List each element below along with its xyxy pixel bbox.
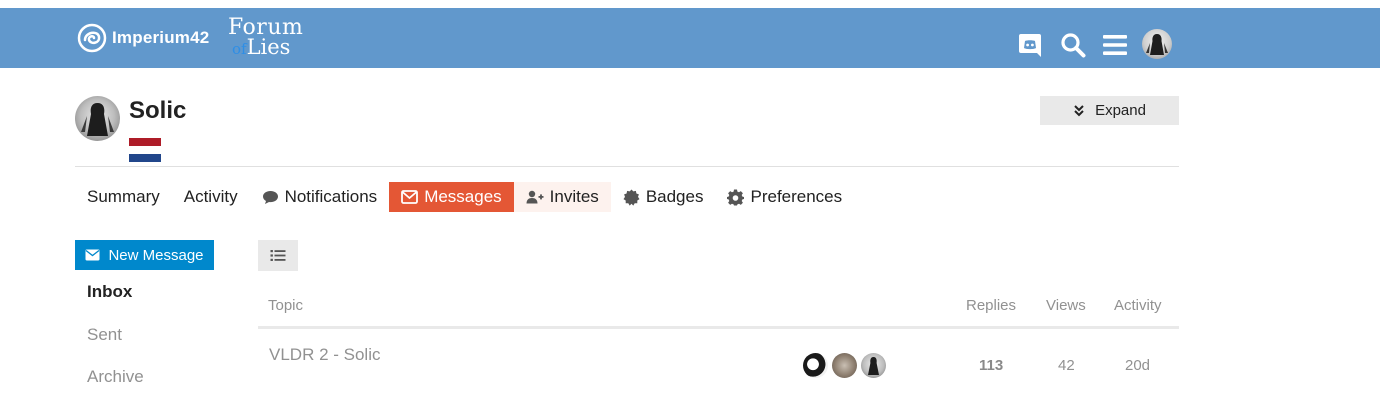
list-icon bbox=[270, 250, 286, 261]
profile-username: Solic bbox=[129, 97, 187, 124]
tab-messages[interactable]: Messages bbox=[389, 182, 514, 212]
tab-preferences-label: Preferences bbox=[750, 187, 843, 206]
tab-badges[interactable]: Badges bbox=[611, 182, 716, 212]
user-plus-icon bbox=[526, 190, 544, 204]
forum-of-lies-logo[interactable]: Forum ofLies bbox=[228, 17, 318, 65]
profile-nav: Summary Activity Notifications Messages … bbox=[75, 182, 854, 212]
tab-summary[interactable]: Summary bbox=[75, 182, 172, 212]
bulk-select-toggle-button[interactable] bbox=[258, 240, 298, 271]
topic-activity-age[interactable]: 20d bbox=[1125, 357, 1150, 374]
table-header-divider bbox=[258, 326, 1179, 329]
hooded-figure-icon bbox=[1146, 34, 1168, 55]
certificate-icon bbox=[623, 189, 640, 206]
tab-preferences[interactable]: Preferences bbox=[715, 182, 854, 212]
current-user-avatar[interactable] bbox=[1142, 29, 1172, 59]
tab-badges-label: Badges bbox=[645, 187, 704, 206]
sidebar-item-sent[interactable]: Sent bbox=[87, 325, 122, 345]
poster-avatar[interactable] bbox=[803, 353, 828, 378]
gear-icon bbox=[727, 189, 745, 206]
topic-replies-count[interactable]: 113 bbox=[979, 357, 1003, 374]
profile-avatar bbox=[75, 96, 120, 141]
column-header-views[interactable]: Views bbox=[1046, 297, 1086, 314]
profile-divider bbox=[75, 166, 1179, 167]
hooded-figure-icon bbox=[868, 357, 879, 375]
poster-avatar[interactable] bbox=[861, 353, 886, 378]
column-header-topic[interactable]: Topic bbox=[268, 297, 303, 314]
tab-activity-label: Activity bbox=[183, 187, 238, 206]
tab-activity[interactable]: Activity bbox=[172, 182, 250, 212]
new-message-button[interactable]: New Message bbox=[75, 240, 214, 270]
tab-messages-label: Messages bbox=[424, 187, 502, 206]
tab-notifications-label: Notifications bbox=[284, 187, 378, 206]
logo-text: Imperium42 bbox=[112, 28, 210, 47]
tab-invites[interactable]: Invites bbox=[513, 182, 611, 212]
top-strip bbox=[0, 0, 1380, 8]
site-header: Imperium42 Forum ofLies bbox=[0, 8, 1380, 68]
column-header-replies[interactable]: Replies bbox=[966, 297, 1016, 314]
topic-title-link[interactable]: VLDR 2 - Solic bbox=[269, 345, 380, 365]
topic-views-count: 42 bbox=[1058, 357, 1075, 374]
column-header-activity[interactable]: Activity bbox=[1114, 297, 1162, 314]
imperium42-logo[interactable]: Imperium42 bbox=[76, 22, 209, 54]
double-chevron-down-icon bbox=[1074, 104, 1084, 116]
sidebar-item-archive[interactable]: Archive bbox=[87, 367, 144, 387]
sidebar-item-inbox[interactable]: Inbox bbox=[87, 282, 132, 302]
hooded-figure-icon bbox=[81, 103, 114, 136]
new-message-label: New Message bbox=[108, 246, 204, 264]
header-icons bbox=[1016, 29, 1172, 59]
comment-icon bbox=[262, 190, 279, 205]
hamburger-menu-icon[interactable] bbox=[1101, 31, 1129, 59]
tab-notifications[interactable]: Notifications bbox=[250, 182, 390, 212]
tab-summary-label: Summary bbox=[87, 187, 160, 206]
forum-logo-of: of bbox=[232, 40, 247, 58]
topic-posters bbox=[803, 353, 886, 378]
envelope-outline-icon bbox=[401, 190, 419, 204]
netherlands-flag-icon bbox=[129, 138, 161, 162]
poster-avatar[interactable] bbox=[832, 353, 857, 378]
search-icon[interactable] bbox=[1059, 31, 1087, 59]
expand-button[interactable]: Expand bbox=[1040, 96, 1179, 125]
swirl-logo-icon bbox=[77, 23, 107, 53]
tab-invites-label: Invites bbox=[549, 187, 599, 206]
forum-logo-lies: Lies bbox=[246, 35, 291, 59]
forum-logo-line2: ofLies bbox=[232, 37, 318, 58]
envelope-icon bbox=[85, 249, 100, 261]
expand-label: Expand bbox=[1095, 102, 1146, 119]
discord-icon[interactable] bbox=[1016, 31, 1044, 59]
